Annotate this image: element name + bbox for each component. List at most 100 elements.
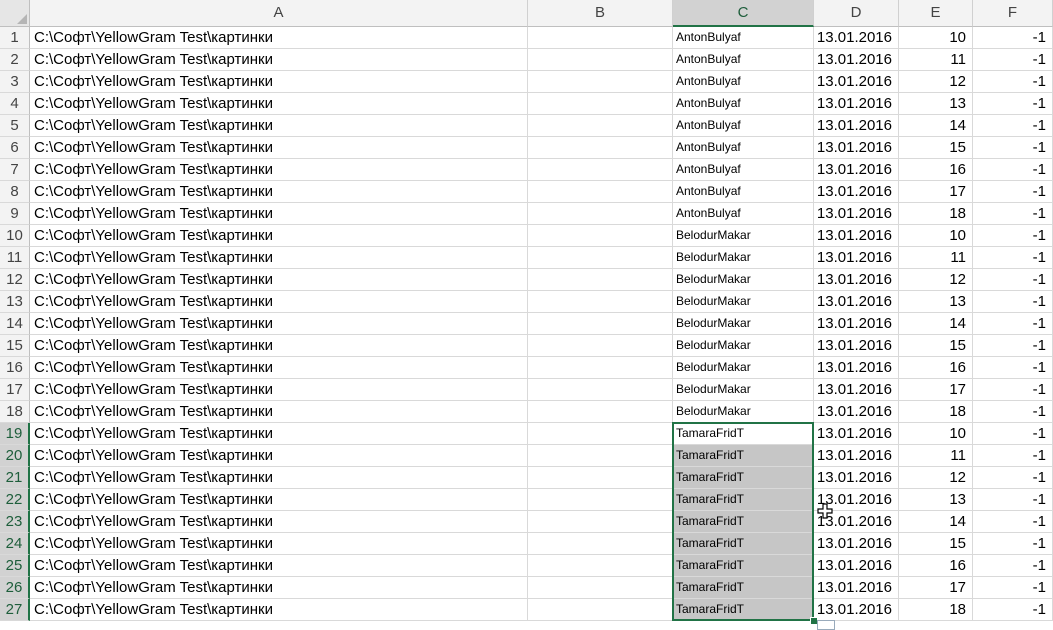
column-header-e[interactable]: E xyxy=(899,0,973,27)
cell-d[interactable]: 13.01.2016 xyxy=(814,555,899,577)
cell-a[interactable]: C:\Софт\YellowGram Test\картинки xyxy=(30,467,528,489)
cell-e[interactable]: 12 xyxy=(899,467,973,489)
cell-c[interactable]: TamaraFridT xyxy=(673,555,814,577)
row-header[interactable]: 15 xyxy=(0,335,30,357)
cell-d[interactable]: 13.01.2016 xyxy=(814,115,899,137)
cell-f[interactable]: -1 xyxy=(973,357,1053,379)
cell-c[interactable]: AntonBulyaf xyxy=(673,137,814,159)
column-header-b[interactable]: B xyxy=(528,0,673,27)
cell-e[interactable]: 10 xyxy=(899,27,973,49)
cell-d[interactable]: 13.01.2016 xyxy=(814,203,899,225)
cell-d[interactable]: 13.01.2016 xyxy=(814,401,899,423)
cell-e[interactable]: 17 xyxy=(899,379,973,401)
cell-b[interactable] xyxy=(528,27,673,49)
cell-b[interactable] xyxy=(528,423,673,445)
cell-b[interactable] xyxy=(528,313,673,335)
cell-b[interactable] xyxy=(528,225,673,247)
cell-c[interactable]: TamaraFridT xyxy=(673,533,814,555)
cell-e[interactable]: 11 xyxy=(899,445,973,467)
cell-b[interactable] xyxy=(528,269,673,291)
cell-e[interactable]: 10 xyxy=(899,225,973,247)
cell-c[interactable]: BelodurMakar xyxy=(673,269,814,291)
cell-b[interactable] xyxy=(528,137,673,159)
cell-b[interactable] xyxy=(528,71,673,93)
cell-e[interactable]: 10 xyxy=(899,423,973,445)
cell-e[interactable]: 16 xyxy=(899,357,973,379)
row-header[interactable]: 14 xyxy=(0,313,30,335)
cell-b[interactable] xyxy=(528,599,673,621)
cell-e[interactable]: 12 xyxy=(899,71,973,93)
row-header[interactable]: 5 xyxy=(0,115,30,137)
cell-f[interactable]: -1 xyxy=(973,225,1053,247)
cell-d[interactable]: 13.01.2016 xyxy=(814,181,899,203)
cell-c[interactable]: AntonBulyaf xyxy=(673,181,814,203)
row-header[interactable]: 4 xyxy=(0,93,30,115)
select-all-corner[interactable] xyxy=(0,0,30,27)
cell-e[interactable]: 13 xyxy=(899,93,973,115)
cell-d[interactable]: 13.01.2016 xyxy=(814,533,899,555)
cell-f[interactable]: -1 xyxy=(973,379,1053,401)
row-header[interactable]: 19 xyxy=(0,423,30,445)
cell-c[interactable]: AntonBulyaf xyxy=(673,71,814,93)
row-header[interactable]: 2 xyxy=(0,49,30,71)
row-header[interactable]: 23 xyxy=(0,511,30,533)
cell-f[interactable]: -1 xyxy=(973,555,1053,577)
cell-a[interactable]: C:\Софт\YellowGram Test\картинки xyxy=(30,291,528,313)
row-header[interactable]: 7 xyxy=(0,159,30,181)
cell-c[interactable]: TamaraFridT xyxy=(673,489,814,511)
cell-e[interactable]: 15 xyxy=(899,335,973,357)
cell-e[interactable]: 15 xyxy=(899,533,973,555)
cell-a[interactable]: C:\Софт\YellowGram Test\картинки xyxy=(30,247,528,269)
cell-e[interactable]: 14 xyxy=(899,313,973,335)
cell-c[interactable]: BelodurMakar xyxy=(673,225,814,247)
cell-b[interactable] xyxy=(528,555,673,577)
row-header[interactable]: 1 xyxy=(0,27,30,49)
cell-f[interactable]: -1 xyxy=(973,511,1053,533)
cell-d[interactable]: 13.01.2016 xyxy=(814,599,899,621)
cell-d[interactable]: 13.01.2016 xyxy=(814,335,899,357)
cell-d[interactable]: 13.01.2016 xyxy=(814,379,899,401)
cell-c[interactable]: TamaraFridT xyxy=(673,445,814,467)
cell-a[interactable]: C:\Софт\YellowGram Test\картинки xyxy=(30,93,528,115)
cell-f[interactable]: -1 xyxy=(973,577,1053,599)
cell-d[interactable]: 13.01.2016 xyxy=(814,467,899,489)
cell-d[interactable]: 13.01.2016 xyxy=(814,93,899,115)
row-header[interactable]: 18 xyxy=(0,401,30,423)
cell-d[interactable]: 13.01.2016 xyxy=(814,71,899,93)
cell-a[interactable]: C:\Софт\YellowGram Test\картинки xyxy=(30,313,528,335)
cell-a[interactable]: C:\Софт\YellowGram Test\картинки xyxy=(30,533,528,555)
cell-d[interactable]: 13.01.2016 xyxy=(814,313,899,335)
cell-e[interactable]: 18 xyxy=(899,599,973,621)
cell-a[interactable]: C:\Софт\YellowGram Test\картинки xyxy=(30,269,528,291)
cell-f[interactable]: -1 xyxy=(973,291,1053,313)
cell-a[interactable]: C:\Софт\YellowGram Test\картинки xyxy=(30,379,528,401)
row-header[interactable]: 16 xyxy=(0,357,30,379)
cell-a[interactable]: C:\Софт\YellowGram Test\картинки xyxy=(30,423,528,445)
cell-b[interactable] xyxy=(528,445,673,467)
cell-d[interactable]: 13.01.2016 xyxy=(814,247,899,269)
cell-a[interactable]: C:\Софт\YellowGram Test\картинки xyxy=(30,27,528,49)
cell-a[interactable]: C:\Софт\YellowGram Test\картинки xyxy=(30,445,528,467)
cell-d[interactable]: 13.01.2016 xyxy=(814,27,899,49)
cell-a[interactable]: C:\Софт\YellowGram Test\картинки xyxy=(30,401,528,423)
cell-e[interactable]: 16 xyxy=(899,555,973,577)
cell-b[interactable] xyxy=(528,247,673,269)
cell-a[interactable]: C:\Софт\YellowGram Test\картинки xyxy=(30,357,528,379)
cell-b[interactable] xyxy=(528,401,673,423)
cell-f[interactable]: -1 xyxy=(973,181,1053,203)
column-header-f[interactable]: F xyxy=(973,0,1053,27)
cell-c[interactable]: AntonBulyaf xyxy=(673,93,814,115)
cell-a[interactable]: C:\Софт\YellowGram Test\картинки xyxy=(30,203,528,225)
cell-c[interactable]: BelodurMakar xyxy=(673,401,814,423)
cell-a[interactable]: C:\Софт\YellowGram Test\картинки xyxy=(30,159,528,181)
cell-a[interactable]: C:\Софт\YellowGram Test\картинки xyxy=(30,489,528,511)
cell-f[interactable]: -1 xyxy=(973,247,1053,269)
cell-f[interactable]: -1 xyxy=(973,93,1053,115)
cell-b[interactable] xyxy=(528,357,673,379)
cell-f[interactable]: -1 xyxy=(973,401,1053,423)
cell-a[interactable]: C:\Софт\YellowGram Test\картинки xyxy=(30,577,528,599)
cell-b[interactable] xyxy=(528,577,673,599)
cell-e[interactable]: 14 xyxy=(899,511,973,533)
cell-b[interactable] xyxy=(528,511,673,533)
cell-f[interactable]: -1 xyxy=(973,49,1053,71)
